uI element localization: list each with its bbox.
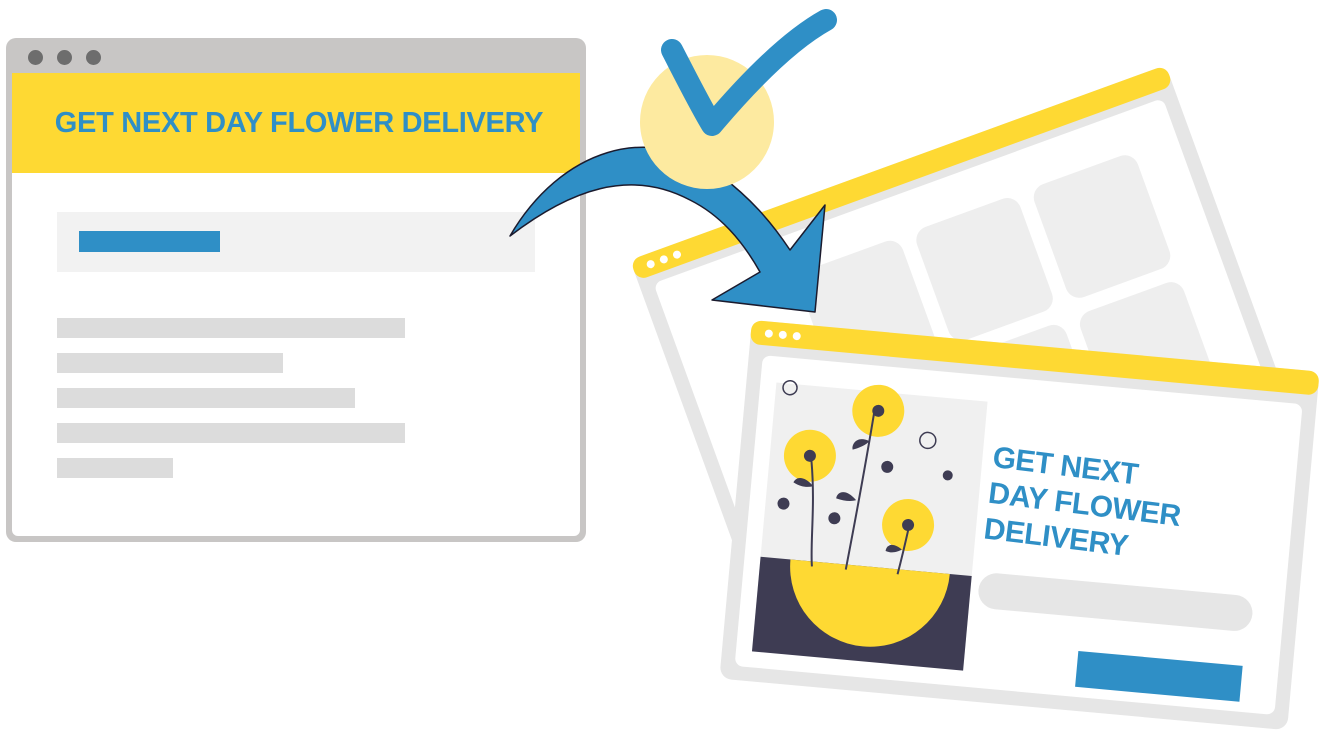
after-scene [509,9,1319,730]
flower-pot-illustration [751,379,988,671]
checkmark-icon [640,9,837,189]
